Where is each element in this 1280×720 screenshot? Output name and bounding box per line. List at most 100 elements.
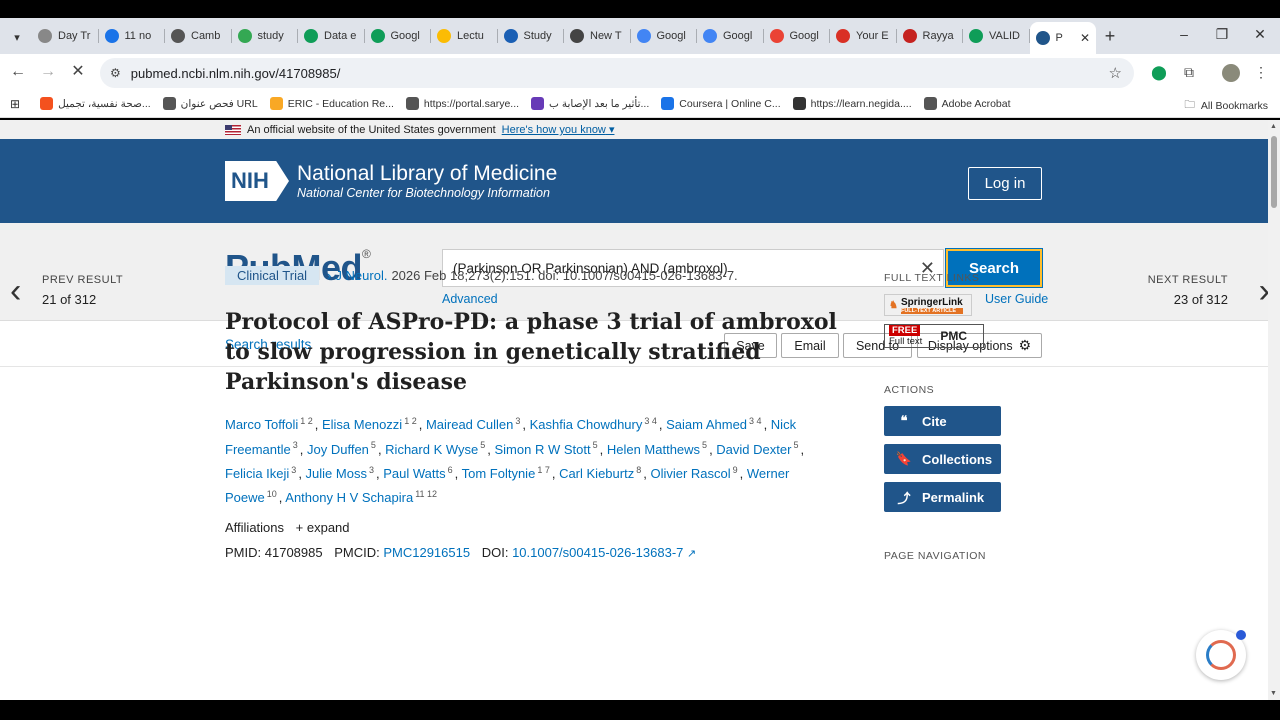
author-affiliation-ref[interactable]: 3 <box>293 440 298 450</box>
all-bookmarks-button[interactable]: 🗀 All Bookmarks <box>1184 97 1268 115</box>
browser-tab[interactable]: 11 no <box>99 22 166 50</box>
author-link[interactable]: Elisa Menozzi <box>322 417 402 432</box>
bookmark-item[interactable]: Coursera | Online C... <box>661 97 781 110</box>
browser-tab[interactable]: Googl <box>365 22 432 50</box>
stop-loading-icon[interactable]: ✕ <box>68 62 88 82</box>
author-link[interactable]: Olivier Rascol <box>650 466 730 481</box>
author-affiliation-ref[interactable]: 6 <box>448 465 453 475</box>
extensions-puzzle-icon[interactable]: ⧉ <box>1180 64 1198 82</box>
scroll-down-icon[interactable]: ▼ <box>1270 690 1277 697</box>
minimize-icon[interactable]: – <box>1174 26 1194 42</box>
author-affiliation-ref[interactable]: 1 2 <box>404 416 417 426</box>
author-affiliation-ref[interactable]: 9 <box>733 465 738 475</box>
page-scrollbar[interactable]: ▲ ▼ <box>1268 120 1280 700</box>
browser-tab[interactable]: Day Tr <box>32 22 99 50</box>
next-result-nav[interactable]: NEXT RESULT 23 of 312 › <box>1148 274 1270 308</box>
permalink-button[interactable]: ⤴ Permalink <box>884 482 1001 512</box>
browser-tab[interactable]: Camb <box>165 22 232 50</box>
author-link[interactable]: Saiam Ahmed <box>666 417 747 432</box>
author-affiliation-ref[interactable]: 3 4 <box>749 416 762 426</box>
browser-tab[interactable]: New T <box>564 22 631 50</box>
scroll-up-icon[interactable]: ▲ <box>1270 123 1277 130</box>
collections-button[interactable]: 🔖 Collections <box>884 444 1001 474</box>
browser-tab[interactable]: study <box>232 22 299 50</box>
author-link[interactable]: Felicia Ikeji <box>225 466 289 481</box>
forward-arrow-icon[interactable]: → <box>38 62 58 82</box>
author-link[interactable]: Anthony H V Schapira <box>285 490 413 505</box>
author-link[interactable]: David Dexter <box>716 442 791 457</box>
author-affiliation-ref[interactable]: 5 <box>702 440 707 450</box>
browser-tab[interactable]: Your E <box>830 22 897 50</box>
bookmark-item[interactable]: https://portal.sarye... <box>405 97 519 110</box>
browser-tab[interactable]: Googl <box>631 22 698 50</box>
browser-tab[interactable]: Lectu <box>431 22 498 50</box>
author-link[interactable]: Richard K Wyse <box>385 442 478 457</box>
site-info-icon[interactable]: ⚙ <box>110 66 121 80</box>
bookmark-item[interactable]: ERIC - Education Re... <box>269 97 394 110</box>
author-link[interactable]: Joy Duffen <box>307 442 369 457</box>
publication-type-badge[interactable]: Clinical Trial <box>225 266 320 285</box>
author-affiliation-ref[interactable]: 3 <box>291 465 296 475</box>
menu-kebab-icon[interactable]: ⋮ <box>1252 64 1270 82</box>
pmc-free-full-text-button[interactable]: FREE Full text PMC <box>884 324 984 348</box>
author-affiliation-ref[interactable]: 10 <box>267 489 277 499</box>
apps-grid-icon[interactable]: ⊞ <box>10 97 20 111</box>
browser-tab[interactable]: Googl <box>697 22 764 50</box>
browser-tab[interactable]: Data e <box>298 22 365 50</box>
browser-tab[interactable]: Rayya <box>897 22 964 50</box>
springerlink-button[interactable]: ♞ SpringerLink FULL-TEXT ARTICLE <box>884 294 972 316</box>
author-link[interactable]: Simon R W Stott <box>495 442 591 457</box>
all-bookmarks-label: All Bookmarks <box>1200 100 1268 112</box>
author-affiliation-ref[interactable]: 1 7 <box>537 465 550 475</box>
extension-badge-icon[interactable]: ⬤ <box>1150 64 1168 82</box>
bookmark-item[interactable]: https://learn.negida.... <box>792 97 912 110</box>
browser-tab[interactable]: VALID <box>963 22 1030 50</box>
floating-assistant-icon[interactable] <box>1196 630 1246 680</box>
expand-affiliations-button[interactable]: + expand <box>296 520 350 535</box>
nlm-logo[interactable]: NIH National Library of Medicine Nationa… <box>225 161 557 201</box>
author-link[interactable]: Tom Foltynie <box>462 466 536 481</box>
browser-tab[interactable]: Googl <box>764 22 831 50</box>
author-affiliation-ref[interactable]: 5 <box>593 440 598 450</box>
author-link[interactable]: Helen Matthews <box>607 442 700 457</box>
author-link[interactable]: Carl Kieburtz <box>559 466 634 481</box>
scrollbar-thumb[interactable] <box>1271 136 1277 208</box>
bookmark-item[interactable]: فحص عنوان URL <box>162 97 258 110</box>
author-affiliation-ref[interactable]: 5 <box>371 440 376 450</box>
restore-icon[interactable]: ❐ <box>1212 26 1232 43</box>
author-link[interactable]: Marco Toffoli <box>225 417 298 432</box>
profile-avatar[interactable] <box>1222 64 1240 82</box>
tab-search-chevron-icon[interactable]: ▾ <box>6 26 28 48</box>
author-affiliation-ref[interactable]: 5 <box>793 440 798 450</box>
close-tab-icon[interactable]: ✕ <box>1080 31 1090 45</box>
bookmark-star-icon[interactable]: ☆ <box>1109 64 1122 82</box>
browser-tab[interactable]: Study <box>498 22 565 50</box>
author-affiliation-ref[interactable]: 11 12 <box>415 489 437 499</box>
heres-how-you-know-link[interactable]: Here's how you know ▾ <box>502 123 615 136</box>
author-affiliation-ref[interactable]: 3 4 <box>644 416 657 426</box>
page-navigation-heading: PAGE NAVIGATION <box>884 550 987 562</box>
author-link[interactable]: Kashfia Chowdhury <box>530 417 643 432</box>
doi-link[interactable]: 10.1007/s00415-026-13683-7 <box>512 545 683 560</box>
close-window-icon[interactable]: ✕ <box>1250 26 1270 43</box>
journal-link[interactable]: J Neurol. <box>335 268 387 283</box>
author-affiliation-ref[interactable]: 3 <box>369 465 374 475</box>
browser-tab[interactable]: P ✕ <box>1029 22 1096 54</box>
author-affiliation-ref[interactable]: 3 <box>515 416 520 426</box>
bookmark-item[interactable]: صحة نفسية، تجميل... <box>40 97 151 110</box>
bookmark-item[interactable]: تأثير ما بعد الإصابة ب... <box>531 97 649 110</box>
login-button[interactable]: Log in <box>968 167 1042 200</box>
new-tab-plus-icon[interactable]: + <box>1100 26 1120 47</box>
author-link[interactable]: Paul Watts <box>383 466 445 481</box>
author-affiliation-ref[interactable]: 1 2 <box>300 416 313 426</box>
prev-result-nav[interactable]: ‹ PREV RESULT 21 of 312 <box>10 274 123 308</box>
back-arrow-icon[interactable]: ← <box>8 62 28 82</box>
author-link[interactable]: Mairead Cullen <box>426 417 513 432</box>
author-link[interactable]: Julie Moss <box>306 466 367 481</box>
bookmark-item[interactable]: Adobe Acrobat <box>923 97 1011 110</box>
author-affiliation-ref[interactable]: 8 <box>636 465 641 475</box>
pmcid-link[interactable]: PMC12916515 <box>383 545 470 560</box>
author-affiliation-ref[interactable]: 5 <box>480 440 485 450</box>
address-bar[interactable]: ⚙ pubmed.ncbi.nlm.nih.gov/41708985/ ☆ <box>100 58 1134 88</box>
cite-button[interactable]: ❝ Cite <box>884 406 1001 436</box>
